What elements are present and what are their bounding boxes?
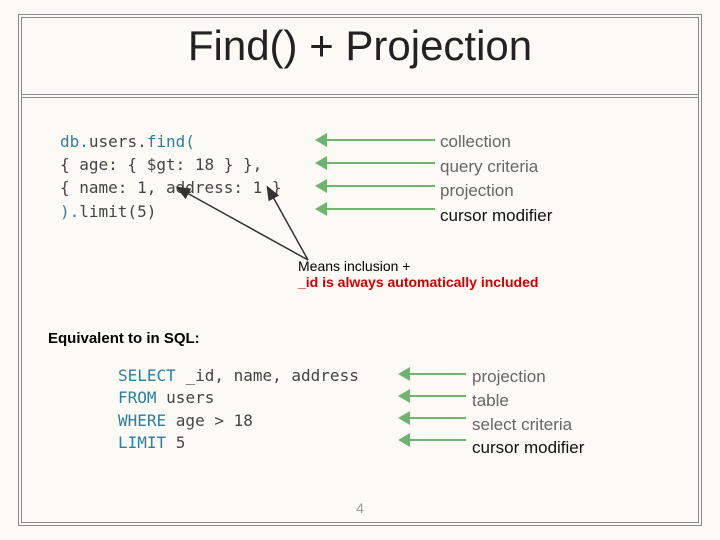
- arrow-left-icon: [398, 363, 466, 385]
- arrow-left-icon: [315, 197, 435, 220]
- arrow-left-icon: [398, 429, 466, 451]
- arrow-group-bot: [398, 363, 466, 457]
- annotation-select-criteria: select criteria: [472, 413, 584, 437]
- slide-title: Find() + Projection: [0, 22, 720, 70]
- mongo-code-block: db.users.find( { age: { $gt: 18 } }, { n…: [60, 130, 282, 223]
- code-line: FROM users: [118, 387, 359, 409]
- inclusion-note: Means inclusion + _id is always automati…: [298, 258, 538, 290]
- annotation-cursor-modifier: cursor modifier: [440, 204, 552, 229]
- code-line: { age: { $gt: 18 } },: [60, 153, 282, 176]
- annotation-cursor-modifier: cursor modifier: [472, 436, 584, 460]
- arrow-left-icon: [315, 174, 435, 197]
- annotation-query-criteria: query criteria: [440, 155, 552, 180]
- page-number: 4: [0, 500, 720, 516]
- annotation-table: table: [472, 389, 584, 413]
- arrow-left-icon: [398, 385, 466, 407]
- equivalent-heading: Equivalent to in SQL:: [48, 330, 200, 347]
- code-line: LIMIT 5: [118, 432, 359, 454]
- code-line: ).limit(5): [60, 200, 282, 223]
- code-line: SELECT _id, name, address: [118, 365, 359, 387]
- annotation-collection: collection: [440, 130, 552, 155]
- annotation-projection: projection: [440, 179, 552, 204]
- code-line: db.users.find(: [60, 130, 282, 153]
- title-rule: [22, 94, 698, 98]
- inclusion-note-line2: _id is always automatically included: [298, 274, 538, 290]
- arrow-left-icon: [315, 151, 435, 174]
- code-line: { name: 1, address: 1 }: [60, 176, 282, 199]
- arrow-left-icon: [398, 407, 466, 429]
- sql-code-block: SELECT _id, name, address FROM users WHE…: [118, 365, 359, 455]
- annotation-projection: projection: [472, 365, 584, 389]
- mongo-annotations: collection query criteria projection cur…: [440, 130, 552, 229]
- inclusion-note-line1: Means inclusion +: [298, 258, 538, 274]
- arrow-group-top: [315, 128, 435, 228]
- slide: Find() + Projection db.users.find( { age…: [0, 0, 720, 540]
- arrow-left-icon: [315, 128, 435, 151]
- code-line: WHERE age > 18: [118, 410, 359, 432]
- sql-annotations: projection table select criteria cursor …: [472, 365, 584, 460]
